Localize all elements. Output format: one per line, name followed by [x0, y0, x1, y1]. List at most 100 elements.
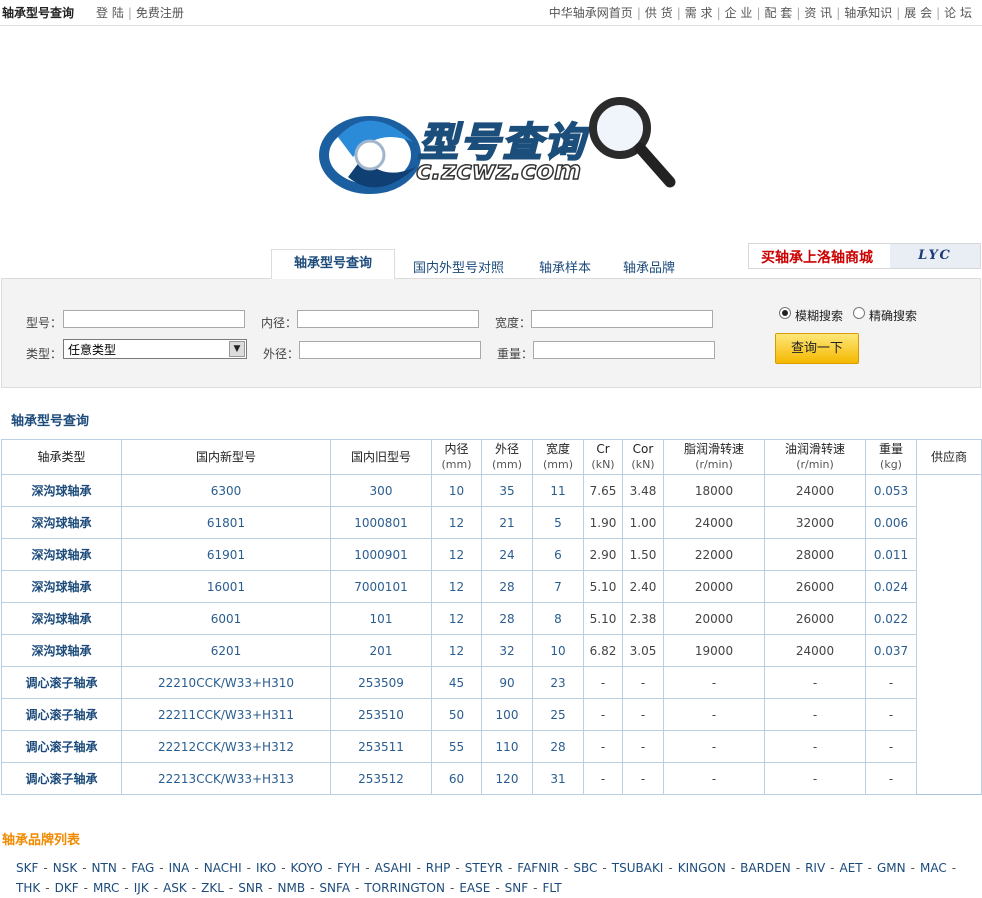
table-cell-link[interactable]: 24 — [481, 538, 533, 571]
table-cell-link[interactable]: 120 — [481, 762, 533, 795]
table-cell-link[interactable]: 55 — [431, 730, 482, 763]
table-cell-link[interactable]: 0.022 — [865, 602, 917, 635]
table-cell-link[interactable]: 45 — [431, 666, 482, 699]
table-cell-link[interactable]: 12 — [431, 538, 482, 571]
login-link[interactable]: 登 陆 — [96, 6, 124, 20]
brand-link[interactable]: FYH — [337, 861, 360, 875]
exact-search-radio[interactable] — [853, 307, 865, 319]
brand-link[interactable]: ASAHI — [375, 861, 412, 875]
brand-link[interactable]: STEYR — [465, 861, 503, 875]
table-cell-link[interactable]: 61801 — [121, 506, 331, 539]
table-cell-link[interactable]: 253510 — [330, 698, 432, 731]
nav-expo-link[interactable]: 展 会 — [904, 6, 932, 20]
brand-link[interactable]: INA — [169, 861, 190, 875]
table-cell-link[interactable]: 32 — [481, 634, 533, 667]
table-cell-link[interactable]: 101 — [330, 602, 432, 635]
table-cell-link[interactable]: 8 — [532, 602, 584, 635]
brand-link[interactable]: SBC — [573, 861, 597, 875]
table-cell-link[interactable]: 16001 — [121, 570, 331, 603]
site-logo[interactable]: 型号查询 c.zcwz.com — [318, 92, 678, 212]
chevron-down-icon[interactable]: ▼ — [229, 341, 245, 357]
brand-link[interactable]: AET — [840, 861, 863, 875]
inner-diameter-input[interactable] — [297, 310, 479, 328]
table-cell-link[interactable]: 22210CCK/W33+H310 — [121, 666, 331, 699]
table-cell-link[interactable]: 22212CCK/W33+H312 — [121, 730, 331, 763]
table-cell-link[interactable]: 10 — [532, 634, 584, 667]
table-cell-link[interactable]: 6 — [532, 538, 584, 571]
table-cell-link[interactable]: 0.053 — [865, 474, 917, 507]
table-cell-link[interactable]: 100 — [481, 698, 533, 731]
table-cell-link[interactable]: 61901 — [121, 538, 331, 571]
table-cell-link[interactable]: 21 — [481, 506, 533, 539]
brand-link[interactable]: FAFNIR — [517, 861, 559, 875]
brand-link[interactable]: GMN — [877, 861, 906, 875]
table-cell-link[interactable]: 253511 — [330, 730, 432, 763]
bearing-type-cell[interactable]: 深沟球轴承 — [1, 634, 122, 667]
table-cell-link[interactable]: 253512 — [330, 762, 432, 795]
brand-link[interactable]: RIV — [805, 861, 825, 875]
table-cell-link[interactable]: 50 — [431, 698, 482, 731]
nav-oem-link[interactable]: 配 套 — [764, 6, 792, 20]
table-cell-link[interactable]: 22211CCK/W33+H311 — [121, 698, 331, 731]
brand-link[interactable]: BARDEN — [740, 861, 791, 875]
brand-link[interactable]: TSUBAKI — [612, 861, 664, 875]
nav-news-link[interactable]: 资 讯 — [804, 6, 832, 20]
query-button[interactable]: 查询一下 — [775, 333, 859, 364]
model-input[interactable] — [63, 310, 245, 328]
brand-link[interactable]: KOYO — [291, 861, 323, 875]
table-cell-link[interactable]: 12 — [431, 506, 482, 539]
register-link[interactable]: 免费注册 — [136, 6, 184, 20]
table-cell-link[interactable]: 12 — [431, 602, 482, 635]
table-cell-link[interactable]: 1000801 — [330, 506, 432, 539]
brand-link[interactable]: RHP — [426, 861, 451, 875]
table-cell-link[interactable]: 90 — [481, 666, 533, 699]
table-cell-link[interactable]: 6201 — [121, 634, 331, 667]
bearing-type-cell[interactable]: 深沟球轴承 — [1, 474, 122, 507]
table-cell-link[interactable]: 7 — [532, 570, 584, 603]
bearing-type-cell[interactable]: 调心滚子轴承 — [1, 730, 122, 763]
brand-link[interactable]: NSK — [53, 861, 77, 875]
width-input[interactable] — [531, 310, 713, 328]
bearing-type-cell[interactable]: 深沟球轴承 — [1, 602, 122, 635]
table-cell-link[interactable]: 253509 — [330, 666, 432, 699]
table-cell-link[interactable]: 0.037 — [865, 634, 917, 667]
table-cell-link[interactable]: 28 — [532, 730, 584, 763]
tab-catalog[interactable]: 轴承样本 — [539, 257, 591, 276]
outer-diameter-input[interactable] — [299, 341, 481, 359]
nav-forum-link[interactable]: 论 坛 — [944, 6, 972, 20]
brand-link[interactable]: IKO — [256, 861, 276, 875]
table-cell-link[interactable]: 11 — [532, 474, 584, 507]
table-cell-link[interactable]: 1000901 — [330, 538, 432, 571]
table-cell-link[interactable]: 10 — [431, 474, 482, 507]
brand-link[interactable]: NTN — [92, 861, 117, 875]
type-select[interactable]: 任意类型 ▼ — [63, 339, 247, 359]
bearing-type-cell[interactable]: 深沟球轴承 — [1, 538, 122, 571]
tab-model-compare[interactable]: 国内外型号对照 — [413, 257, 504, 276]
table-cell-link[interactable]: 12 — [431, 570, 482, 603]
nav-knowledge-link[interactable]: 轴承知识 — [844, 6, 892, 20]
site-title-link[interactable]: 轴承型号查询 — [2, 4, 74, 21]
brand-link[interactable]: FAG — [131, 861, 154, 875]
table-cell-link[interactable]: 6300 — [121, 474, 331, 507]
table-cell-link[interactable]: 300 — [330, 474, 432, 507]
brand-link[interactable]: SKF — [16, 861, 38, 875]
table-cell-link[interactable]: 5 — [532, 506, 584, 539]
table-cell-link[interactable]: 7000101 — [330, 570, 432, 603]
bearing-type-cell[interactable]: 调心滚子轴承 — [1, 698, 122, 731]
table-cell-link[interactable]: 0.006 — [865, 506, 917, 539]
table-cell-link[interactable]: 23 — [532, 666, 584, 699]
nav-home-link[interactable]: 中华轴承网首页 — [549, 6, 633, 20]
table-cell-link[interactable]: 6001 — [121, 602, 331, 635]
table-cell-link[interactable]: 28 — [481, 570, 533, 603]
table-cell-link[interactable]: 35 — [481, 474, 533, 507]
tab-model-search[interactable]: 轴承型号查询 — [271, 249, 395, 279]
bearing-type-cell[interactable]: 调心滚子轴承 — [1, 666, 122, 699]
table-cell-link[interactable]: 60 — [431, 762, 482, 795]
fuzzy-search-radio[interactable] — [779, 307, 791, 319]
table-cell-link[interactable]: 110 — [481, 730, 533, 763]
exact-search-label[interactable]: 精确搜索 — [869, 307, 917, 324]
nav-company-link[interactable]: 企 业 — [725, 6, 753, 20]
bearing-type-cell[interactable]: 深沟球轴承 — [1, 506, 122, 539]
fuzzy-search-label[interactable]: 模糊搜索 — [795, 307, 843, 324]
nav-demand-link[interactable]: 需 求 — [685, 6, 713, 20]
